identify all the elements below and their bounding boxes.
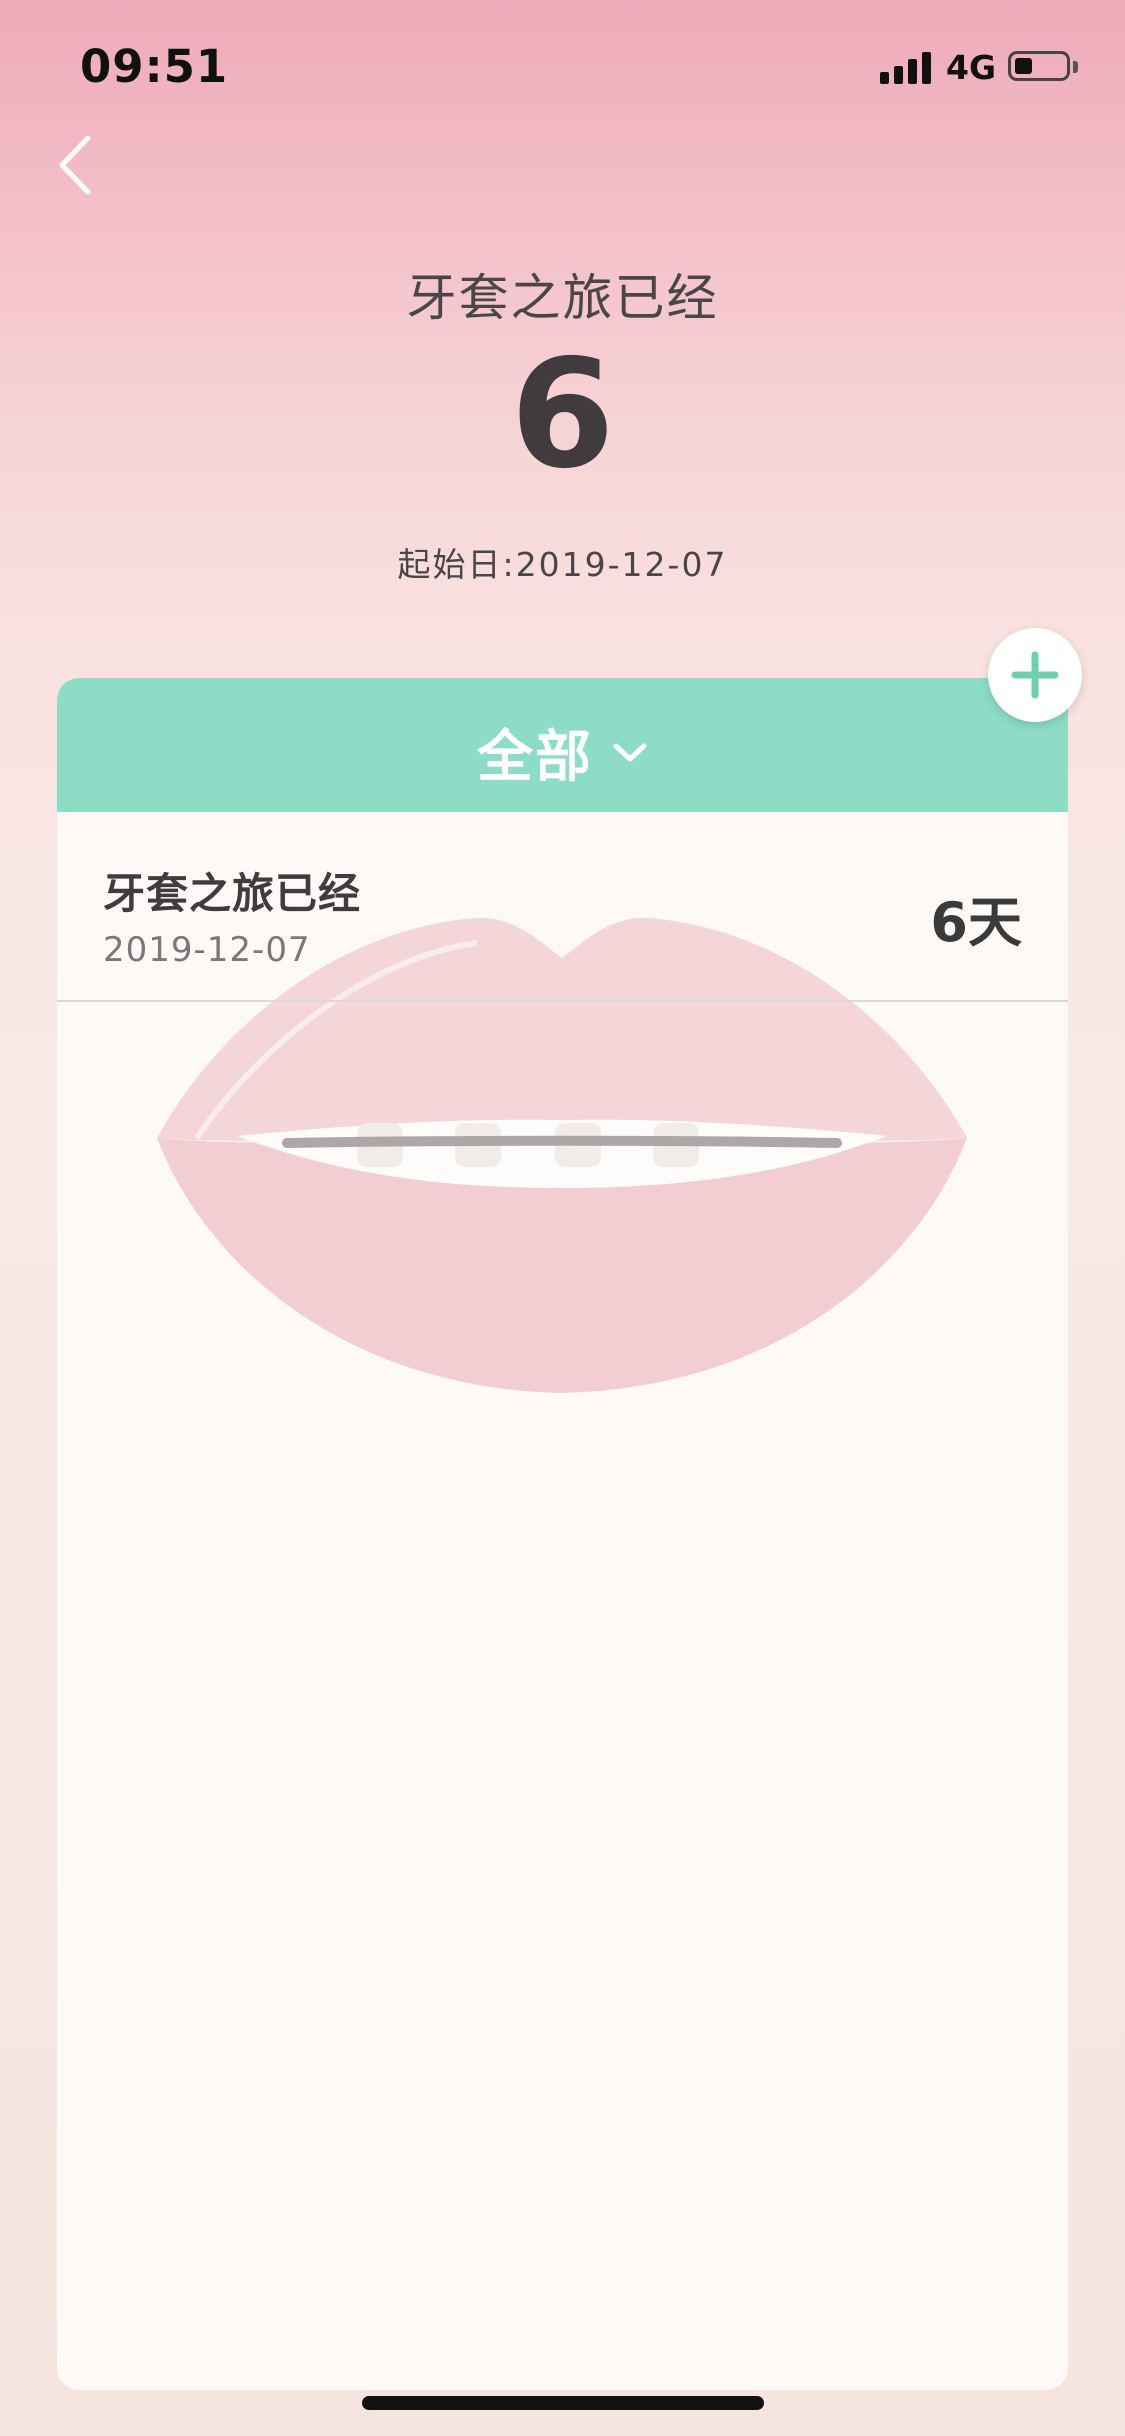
start-date-label: 起始日: (397, 545, 516, 584)
list-item-date: 2019-12-07 (103, 930, 311, 970)
list-item-title: 牙套之旅已经 (103, 869, 362, 918)
home-indicator[interactable] (362, 2396, 764, 2410)
chevron-left-icon (59, 135, 91, 195)
battery-icon (1008, 51, 1070, 81)
events-card: 全部 牙套之旅已经 2019-12-07 6天 (57, 678, 1068, 2390)
battery-level (1015, 58, 1032, 74)
filter-label: 全部 (476, 725, 593, 790)
add-button[interactable] (988, 628, 1082, 722)
status-time: 09:51 (80, 40, 229, 93)
status-bar: 09:51 4G (0, 0, 1125, 135)
filter-dropdown[interactable]: 全部 (57, 678, 1068, 812)
list-item-days: 6天 (930, 891, 1022, 954)
start-date-row: 起始日:2019-12-07 (0, 538, 1125, 586)
chevron-down-icon (613, 743, 647, 761)
battery-cap (1073, 61, 1078, 73)
back-button[interactable] (52, 130, 112, 200)
page-title: 牙套之旅已经 (406, 269, 719, 327)
list-item[interactable]: 牙套之旅已经 2019-12-07 6天 (57, 812, 1068, 1002)
network-label: 4G (946, 48, 997, 87)
day-count: 6 (510, 328, 615, 502)
signal-icon (880, 52, 936, 84)
plus-icon (1011, 651, 1059, 699)
start-date-value: 2019-12-07 (515, 545, 728, 584)
